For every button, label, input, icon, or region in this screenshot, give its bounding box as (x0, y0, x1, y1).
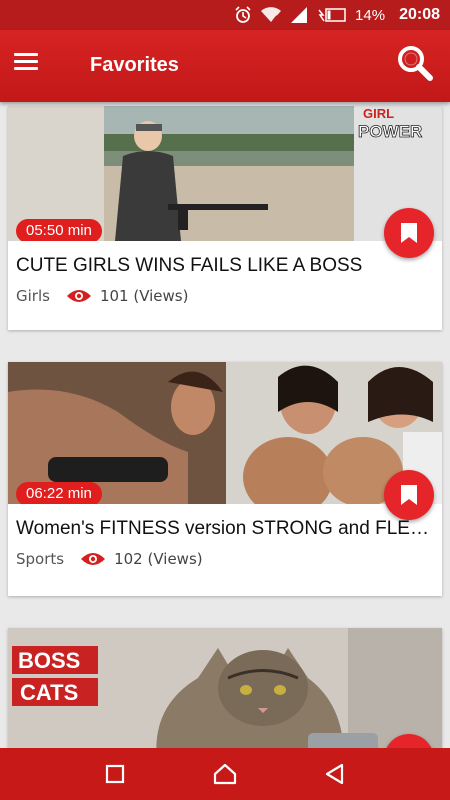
video-meta: Sports 102 (Views) (16, 550, 434, 568)
duration-badge: 05:50 min (16, 219, 102, 241)
video-title[interactable]: CUTE GIRLS WINS FAILS LIKE A BOSS (16, 255, 434, 277)
home-button[interactable] (205, 754, 245, 794)
category-label: Girls (16, 287, 50, 305)
eye-icon (66, 290, 91, 302)
search-icon (398, 46, 433, 81)
back-button[interactable] (315, 754, 355, 794)
video-card[interactable]: 06:22 min Women's FITNESS version STRONG… (8, 362, 442, 596)
search-button[interactable] (396, 44, 434, 82)
duration-badge: 06:22 min (16, 482, 102, 504)
app-toolbar: Favorites (0, 30, 450, 102)
thumbnail-image: BOSS CATS (8, 628, 442, 768)
battery-charging-icon (317, 6, 347, 24)
back-triangle-icon (325, 763, 344, 785)
system-nav-bar (0, 748, 450, 800)
clock: 20:08 (399, 6, 440, 23)
video-title[interactable]: Women's FITNESS version STRONG and FLEXI… (16, 518, 434, 540)
video-card[interactable]: GIRL POWER 05:50 min CUTE GIRLS WINS FAI… (8, 106, 442, 330)
square-icon (105, 764, 125, 784)
wifi-icon (261, 6, 282, 24)
hamburger-line (14, 60, 38, 63)
home-icon (213, 763, 237, 785)
recent-apps-button[interactable] (95, 754, 135, 794)
video-thumbnail[interactable]: GIRL POWER 05:50 min (8, 106, 442, 241)
video-thumbnail[interactable]: 06:22 min (8, 362, 442, 504)
hamburger-line (14, 67, 38, 70)
status-bar: 14% 20:08 (0, 0, 450, 30)
hamburger-icon (14, 53, 38, 56)
video-thumbnail[interactable]: BOSS CATS (8, 628, 442, 768)
menu-button[interactable] (14, 49, 46, 81)
bookmark-icon (401, 223, 417, 243)
thumbnail-caption: GIRL (363, 106, 394, 121)
alarm-icon (233, 6, 253, 24)
battery-level: 14% (355, 6, 386, 24)
thumbnail-caption: POWER (358, 122, 422, 141)
page-title: Favorites (90, 54, 179, 76)
eye-icon (81, 553, 106, 565)
video-card[interactable]: BOSS CATS (8, 628, 442, 784)
bookmark-icon (401, 485, 417, 505)
bookmark-button[interactable] (384, 208, 434, 258)
category-label: Sports (16, 550, 65, 568)
thumbnail-caption: BOSS (18, 648, 80, 673)
view-count: 101 (Views) (99, 287, 189, 305)
thumbnail-caption: CATS (20, 680, 78, 705)
bookmark-button[interactable] (384, 470, 434, 520)
view-count: 102 (Views) (114, 550, 203, 568)
video-meta: Girls 101 (Views) (16, 287, 434, 305)
signal-icon (289, 6, 309, 24)
